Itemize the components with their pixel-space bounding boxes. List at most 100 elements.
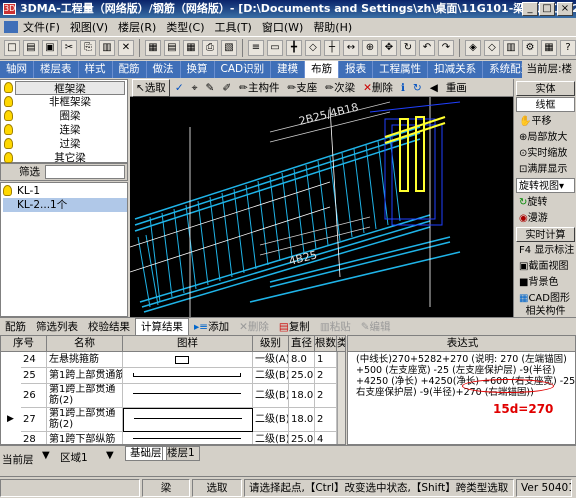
snap-icon[interactable]: ◇ [305,40,321,56]
delete-button[interactable]: ✕删除 [360,80,396,96]
edit-icon[interactable]: ✎ [203,80,218,96]
tab-floor-table[interactable]: 楼层表 [34,61,79,78]
tab-conversion[interactable]: 换算 [181,61,215,78]
axis-icon[interactable]: ╋ [286,40,302,56]
copy-icon[interactable]: ⎘ [80,40,96,56]
menu-help[interactable]: 帮助(H) [308,19,357,35]
select-button[interactable]: ↖选取 [132,78,170,97]
bulb-icon[interactable] [4,110,13,121]
bg-color-button[interactable]: ■背景色 [516,275,575,290]
filter-input[interactable] [45,165,125,179]
area-select[interactable]: 区域1 [60,450,88,465]
tab-foundation[interactable]: 基础层 [125,446,167,461]
close-button[interactable]: × [557,2,573,16]
brush-icon[interactable]: ✐ [219,80,234,96]
section-view-button[interactable]: ▣截面视图 [516,259,575,274]
tree-item-frame-beam[interactable]: 框架梁 [15,81,125,95]
chevron-down-icon[interactable]: ▼ [106,450,114,461]
redraw-button[interactable]: 重画 [443,80,470,96]
wire-icon[interactable]: ◇ [484,40,500,56]
delete-row-button[interactable]: ✕删除 [234,319,274,335]
rotate-view-select[interactable]: 旋转视图▾ [516,178,575,193]
col-header-grade[interactable]: 级别 [253,336,289,352]
layer-icon[interactable]: ≡ [248,40,264,56]
show-label-button[interactable]: F4 显示标注 [516,243,575,258]
col-header-diameter[interactable]: 直径 [289,336,315,352]
entity-button[interactable]: 实体 [516,81,575,96]
bulb-icon[interactable] [4,138,13,149]
maximize-button[interactable]: □ [539,2,555,16]
tab-rebar-config[interactable]: 配筋 [113,61,147,78]
list-item[interactable]: KL-1 [3,184,127,198]
main-member-button[interactable]: ✏主构件 [236,80,282,96]
tree-item-ring-beam[interactable]: 圈梁 [15,109,125,123]
tab-filter-list[interactable]: 筛选列表 [31,319,83,335]
full-screen-button[interactable]: ⊡满屏显示 [516,162,575,177]
paste-button[interactable]: ▥粘贴 [315,319,356,335]
cut-icon[interactable]: ✂ [61,40,77,56]
realtime-zoom-button[interactable]: ⊙实时缩放 [516,146,575,161]
tab-rebar-layout[interactable]: 布筋 [305,61,340,78]
undo-icon[interactable]: ↶ [419,40,435,56]
check-icon[interactable]: ✓ [172,80,187,96]
calc-icon[interactable]: ▦ [183,40,199,56]
tab-floor-1[interactable]: 楼层1 [162,446,200,461]
col-header-no[interactable]: 序号 [1,336,47,352]
tree-item-nonframe-beam[interactable]: 非框架梁 [15,95,125,109]
menu-view[interactable]: 视图(V) [65,19,113,35]
menu-tools[interactable]: 工具(T) [210,19,257,35]
rotate-button[interactable]: ↻旋转 [516,195,575,210]
pan-button[interactable]: ✋平移 [516,114,575,129]
table-scrollbar[interactable] [337,352,345,444]
menu-file[interactable]: 文件(F) [18,19,65,35]
local-zoom-button[interactable]: ⊕局部放大 [516,130,575,145]
menu-window[interactable]: 窗口(W) [257,19,308,35]
realtime-calc-button[interactable]: 实时计算 [516,227,575,242]
support-button[interactable]: ✏支座 [284,80,320,96]
roam-button[interactable]: ◉漫游 [516,211,575,226]
section-icon[interactable]: ▥ [503,40,519,56]
delete-icon[interactable]: ✕ [118,40,134,56]
arrow-icon[interactable]: ◀ [427,80,441,96]
rotate-icon[interactable]: ↻ [400,40,416,56]
tab-cad-recognition[interactable]: CAD识别 [215,61,272,78]
redo-icon[interactable]: ↷ [438,40,454,56]
tab-modeling[interactable]: 建模 [271,61,306,78]
save-icon[interactable]: ▣ [42,40,58,56]
secondary-beam-button[interactable]: ✏次梁 [322,80,358,96]
tab-method[interactable]: 做法 [147,61,181,78]
edit-button[interactable]: ✎编辑 [356,319,396,335]
grid-view-icon[interactable]: ▦ [541,40,557,56]
add-button[interactable]: ▸≡添加 [189,319,234,335]
tab-report[interactable]: 报表 [339,61,374,78]
col-header-shape[interactable]: 图样 [123,336,253,352]
open-icon[interactable]: ▤ [23,40,39,56]
measure-icon[interactable]: ↔ [343,40,359,56]
info-icon[interactable]: ℹ [398,80,408,96]
minimize-button[interactable]: _ [522,2,538,16]
print-icon[interactable]: ⎙ [202,40,218,56]
tab-rebar[interactable]: 配筋 [0,319,31,335]
settings-icon[interactable]: ⚙ [522,40,538,56]
report-icon[interactable]: ▧ [221,40,237,56]
bulb-icon[interactable] [4,96,13,107]
tab-deduction[interactable]: 扣减关系 [428,61,484,78]
zoom-icon[interactable]: ⊕ [362,40,378,56]
refresh-icon[interactable]: ↻ [410,80,425,96]
bulb-icon[interactable] [4,82,13,93]
3d-viewport[interactable]: 2B25/4B18 4B25 [130,97,513,317]
table-icon[interactable]: ▤ [164,40,180,56]
cursor-icon[interactable]: ⌖ [189,80,201,96]
list-item[interactable]: KL-2...1个 [3,198,127,212]
help-icon[interactable]: ? [560,40,576,56]
paste-icon[interactable]: ▥ [99,40,115,56]
col-header-type[interactable]: 类 [337,336,345,352]
bulb-icon[interactable] [4,152,13,163]
pan-icon[interactable]: ✥ [381,40,397,56]
tab-check-result[interactable]: 校验结果 [83,319,135,335]
menu-floor[interactable]: 楼层(R) [113,19,161,35]
chevron-down-icon[interactable]: ▼ [42,450,50,461]
new-icon[interactable]: □ [4,40,20,56]
menu-type[interactable]: 类型(C) [161,19,209,35]
grid-icon[interactable]: ▦ [145,40,161,56]
